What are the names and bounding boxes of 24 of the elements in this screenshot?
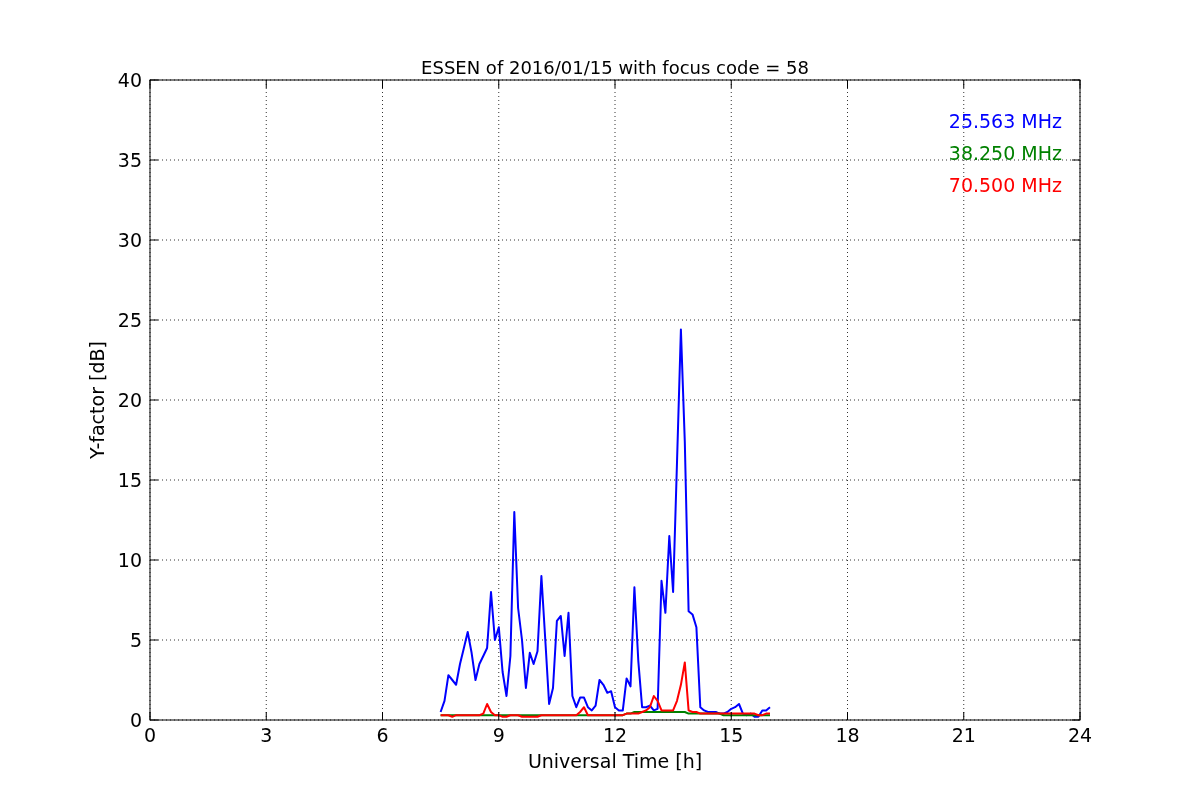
- tick-label: 15: [719, 724, 744, 746]
- axis-label: Universal Time [h]: [527, 750, 703, 772]
- tick-label: 20: [117, 389, 142, 411]
- chart-title: ESSEN of 2016/01/15 with focus code = 58: [421, 57, 809, 78]
- tick-label: 21: [951, 724, 976, 746]
- tick-label: 30: [117, 229, 142, 251]
- tick-label: 40: [117, 69, 142, 91]
- tick-label: 18: [835, 724, 860, 746]
- tick-label: 24: [1067, 724, 1093, 746]
- tick-label: 15: [117, 469, 142, 491]
- axis-label: Y-factor [dB]: [86, 341, 108, 459]
- tick-label: 5: [129, 629, 142, 651]
- tick-label: 12: [602, 724, 628, 746]
- legend-label: 38.250 MHz: [948, 142, 1062, 164]
- legend-label: 70.500 MHz: [948, 174, 1062, 196]
- tick-label: 35: [117, 149, 142, 171]
- tick-label: 6: [376, 724, 389, 746]
- tick-label: 10: [117, 549, 142, 571]
- tick-label: 3: [260, 724, 273, 746]
- tick-label: 9: [492, 724, 505, 746]
- tick-label: 0: [143, 724, 157, 746]
- tick-label: 25: [117, 309, 142, 331]
- tick-label: 0: [129, 709, 142, 731]
- legend-label: 25.563 MHz: [948, 110, 1062, 132]
